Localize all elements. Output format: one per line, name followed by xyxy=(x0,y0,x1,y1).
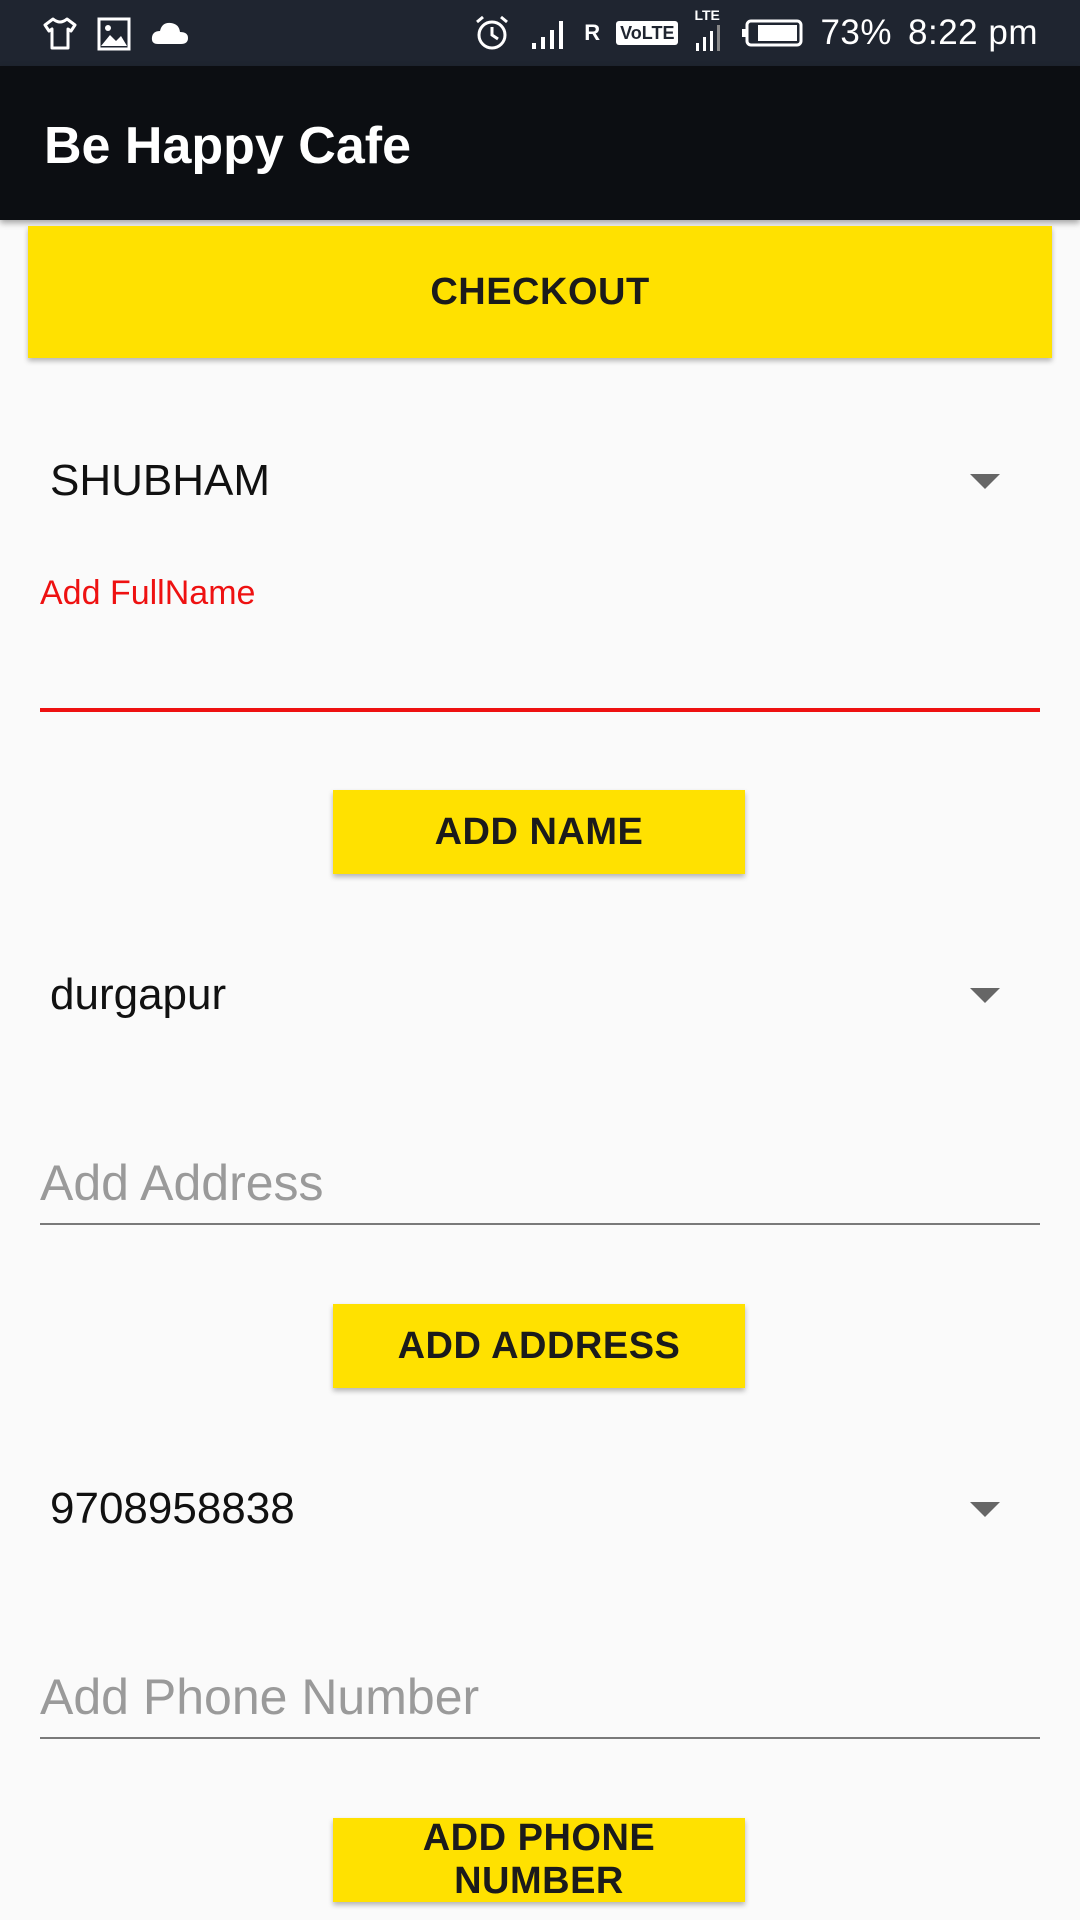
chevron-down-icon xyxy=(970,474,1000,489)
shirt-icon xyxy=(40,14,80,54)
chevron-down-icon xyxy=(970,1502,1000,1517)
lte-signal-icon: LTE xyxy=(694,7,724,53)
address-spinner-value: durgapur xyxy=(50,970,227,1019)
clock: 8:22 pm xyxy=(908,13,1038,52)
add-phone-number-button[interactable]: ADD PHONE NUMBER xyxy=(333,1817,745,1902)
phone-spinner-value: 9708958838 xyxy=(50,1484,295,1533)
status-right-icons: R VoLTE LTE 73% 8:22 pm xyxy=(472,7,1038,56)
address-field xyxy=(40,1148,1040,1228)
alarm-icon xyxy=(472,13,512,53)
image-icon xyxy=(94,14,134,54)
roaming-indicator: R xyxy=(584,20,601,45)
status-left-icons xyxy=(40,14,188,54)
add-name-button[interactable]: ADD NAME xyxy=(333,790,745,874)
name-spinner-value: SHUBHAM xyxy=(50,456,271,505)
fullname-field-underline xyxy=(40,708,1040,712)
fullname-field: Add FullName xyxy=(40,574,1040,714)
address-field-underline xyxy=(40,1223,1040,1225)
add-address-button[interactable]: ADD ADDRESS xyxy=(333,1304,745,1388)
status-bar: R VoLTE LTE 73% 8:22 pm xyxy=(0,0,1080,66)
phone-field xyxy=(40,1662,1040,1742)
signal-icon xyxy=(528,13,568,53)
address-input[interactable] xyxy=(40,1148,1040,1218)
cloud-icon xyxy=(148,14,188,54)
battery-percent: 73% xyxy=(820,13,893,52)
checkout-button[interactable]: CHECKOUT xyxy=(28,226,1052,358)
fullname-input[interactable] xyxy=(40,640,1040,700)
battery-icon xyxy=(740,13,804,53)
phone-field-underline xyxy=(40,1737,1040,1739)
fullname-field-label: Add FullName xyxy=(40,574,256,612)
phone-input[interactable] xyxy=(40,1662,1040,1732)
volte-badge: VoLTE xyxy=(616,21,679,45)
app-title: Be Happy Cafe xyxy=(44,117,411,175)
chevron-down-icon xyxy=(970,988,1000,1003)
name-spinner[interactable]: SHUBHAM xyxy=(40,438,1020,528)
app-bar: Be Happy Cafe xyxy=(0,66,1080,220)
address-spinner[interactable]: durgapur xyxy=(40,952,1020,1042)
phone-spinner[interactable]: 9708958838 xyxy=(40,1466,1020,1556)
